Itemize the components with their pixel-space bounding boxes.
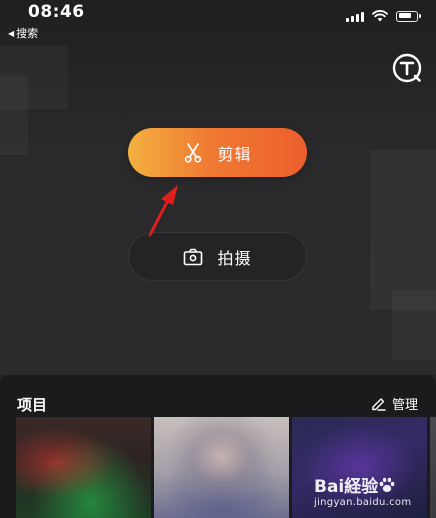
edit-button[interactable]: 剪辑 xyxy=(128,128,307,177)
cellular-signal-icon xyxy=(346,11,364,22)
watermark-logo-text: Bai経验 xyxy=(314,477,379,497)
manage-button[interactable]: 管理 xyxy=(371,394,418,413)
baidu-jingyan-watermark: Bai経验 jingyan.baidu.com xyxy=(314,472,426,508)
status-time: 08:46 xyxy=(28,2,85,22)
status-icons xyxy=(346,10,421,22)
camera-icon xyxy=(184,248,203,265)
text-tool-button[interactable] xyxy=(391,52,423,84)
shoot-button[interactable]: 拍摄 xyxy=(128,232,307,281)
project-thumbnail-2[interactable] xyxy=(154,417,289,518)
back-to-search-link[interactable]: ◀ 搜索 xyxy=(8,25,38,41)
status-bar: 08:46 ◀ 搜索 xyxy=(0,0,436,40)
projects-panel: 项目 管理 Bai経验 jingyan.baidu.com xyxy=(0,375,436,518)
wifi-icon xyxy=(372,10,388,22)
text-circle-icon xyxy=(392,53,422,83)
back-caret-icon: ◀ xyxy=(8,28,15,38)
paw-icon xyxy=(379,477,395,492)
project-thumbnail-4[interactable] xyxy=(430,417,436,518)
pencil-icon xyxy=(372,398,386,411)
edit-button-label: 剪辑 xyxy=(217,144,252,164)
background-decor xyxy=(392,290,436,360)
projects-title: 项目 xyxy=(17,396,48,414)
home-background xyxy=(0,0,436,375)
project-thumbnail-1[interactable] xyxy=(16,417,151,518)
shoot-button-label: 拍摄 xyxy=(217,248,252,268)
background-decor xyxy=(370,150,436,310)
back-label: 搜索 xyxy=(16,27,39,40)
watermark-url: jingyan.baidu.com xyxy=(314,497,412,508)
background-decor xyxy=(0,75,28,155)
watermark-logo: Bai経验 xyxy=(314,472,395,497)
battery-level xyxy=(398,13,412,18)
red-arrow-icon xyxy=(148,185,178,237)
battery-icon xyxy=(396,10,421,22)
manage-label: 管理 xyxy=(391,398,418,413)
scissors-icon xyxy=(185,142,202,163)
